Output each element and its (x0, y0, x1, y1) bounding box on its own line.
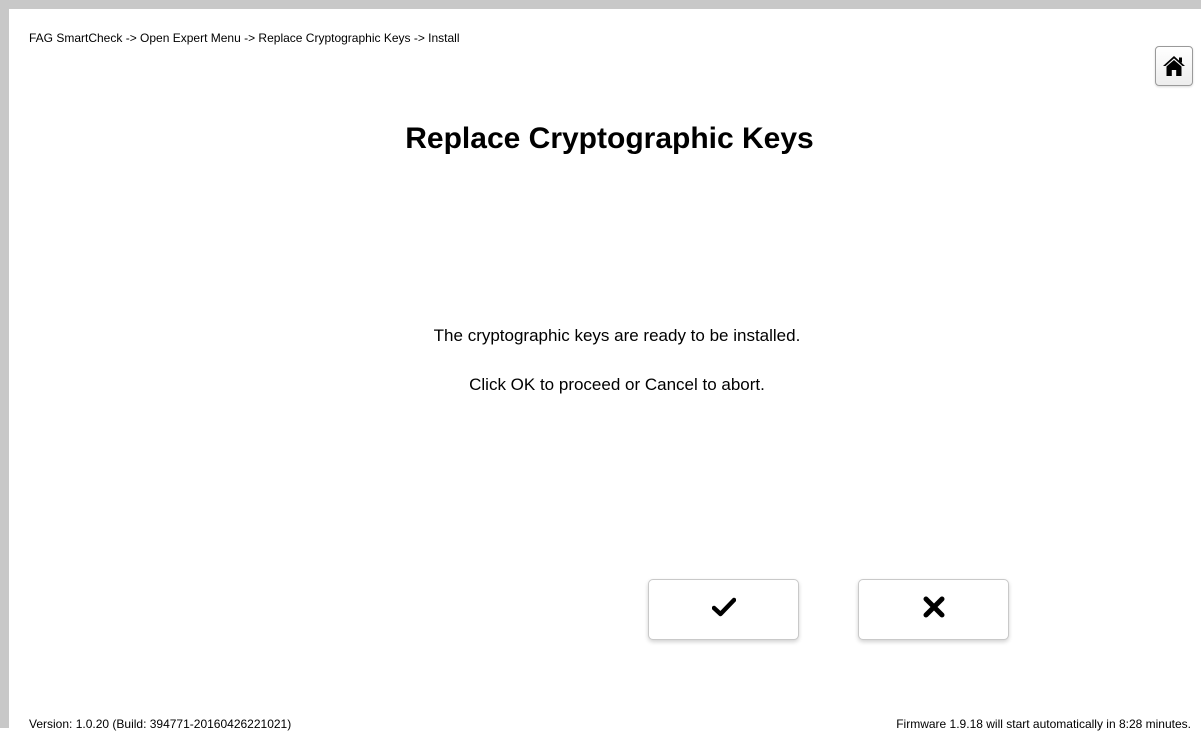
home-icon (1162, 55, 1186, 77)
version-info: Version: 1.0.20 (Build: 394771-201604262… (29, 717, 292, 731)
home-button[interactable] (1155, 46, 1193, 86)
breadcrumb: FAG SmartCheck -> Open Expert Menu -> Re… (29, 31, 460, 45)
status-message: The cryptographic keys are ready to be i… (433, 326, 801, 345)
firmware-countdown: Firmware 1.9.18 will start automatically… (896, 717, 1191, 731)
checkmark-icon (711, 597, 736, 622)
app-window: FAG SmartCheck -> Open Expert Menu -> Re… (0, 0, 1201, 731)
ok-button[interactable] (648, 579, 799, 640)
instruction-message: Click OK to proceed or Cancel to abort. (469, 375, 765, 394)
x-icon (923, 596, 945, 623)
cancel-button[interactable] (858, 579, 1009, 640)
page-title: Replace Cryptographic Keys (405, 122, 814, 155)
